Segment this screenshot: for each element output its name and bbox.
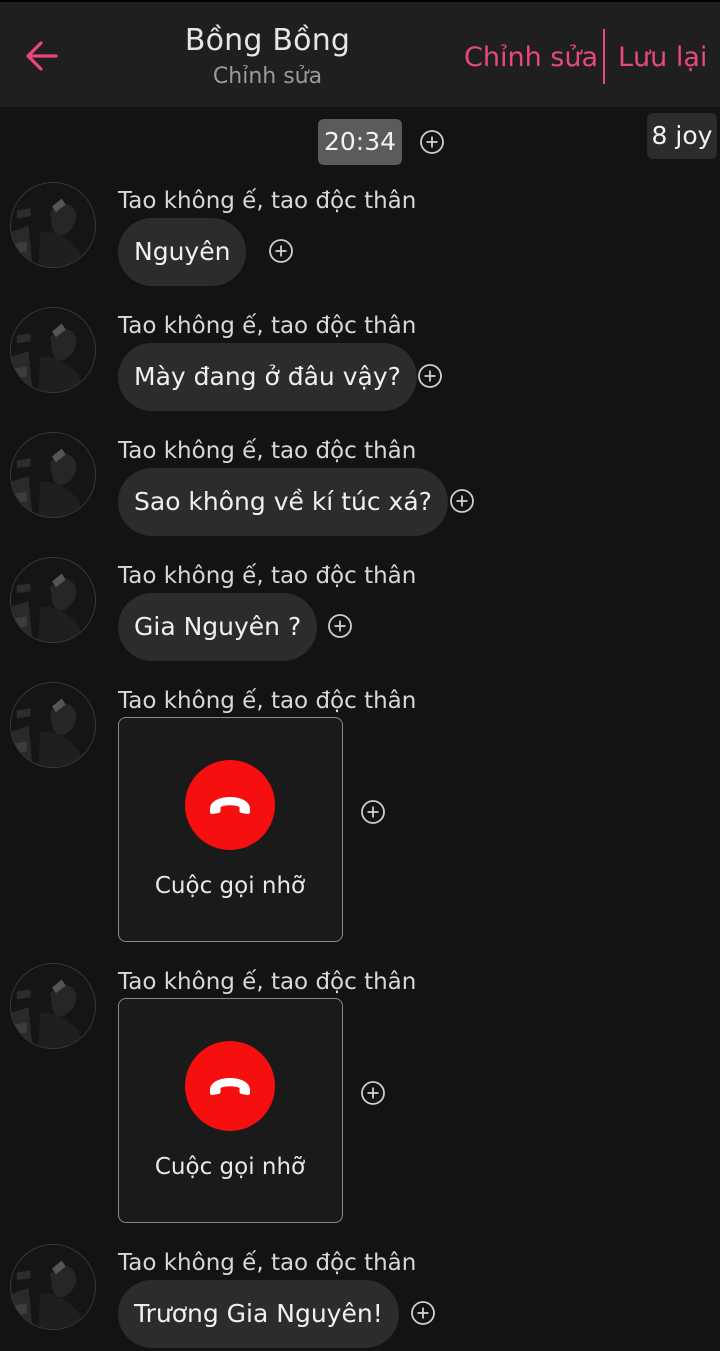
chat-title: Bồng Bồng bbox=[184, 23, 351, 58]
message-bubble[interactable]: Gia Nguyên ? bbox=[118, 593, 318, 661]
sender-name: Tao không ế, tao độc thân bbox=[118, 438, 417, 464]
missed-call-label: Cuộc gọi nhỡ bbox=[154, 1154, 306, 1180]
chat-header: Bồng Bồng Chỉnh sửa Chỉnh sửa Lưu lại bbox=[0, 0, 720, 107]
add-icon[interactable] bbox=[449, 488, 475, 514]
avatar[interactable] bbox=[10, 432, 96, 518]
avatar[interactable] bbox=[10, 1244, 96, 1330]
sender-name: Tao không ế, tao độc thân bbox=[118, 563, 417, 589]
header-divider bbox=[603, 29, 605, 84]
add-icon[interactable] bbox=[268, 238, 294, 264]
avatar[interactable] bbox=[10, 557, 96, 643]
avatar[interactable] bbox=[10, 307, 96, 393]
message-bubble[interactable]: Nguyên bbox=[118, 218, 247, 286]
add-icon[interactable] bbox=[410, 1300, 436, 1326]
save-button[interactable]: Lưu lại bbox=[618, 40, 707, 76]
message-bubble[interactable]: Trương Gia Nguyên! bbox=[118, 1280, 399, 1348]
add-icon[interactable] bbox=[417, 363, 443, 389]
phone-hangup-icon bbox=[206, 1074, 254, 1098]
sender-name: Tao không ế, tao độc thân bbox=[118, 188, 417, 214]
message-bubble[interactable]: Mày đang ở đâu vậy? bbox=[118, 343, 417, 411]
chat-subtitle: Chỉnh sửa bbox=[212, 64, 323, 89]
sender-name: Tao không ế, tao độc thân bbox=[118, 969, 417, 995]
message-bubble[interactable]: Sao không về kí túc xá? bbox=[118, 468, 448, 536]
missed-call-indicator bbox=[185, 760, 275, 850]
add-icon[interactable] bbox=[360, 799, 386, 825]
sender-name: Tao không ế, tao độc thân bbox=[118, 688, 417, 714]
avatar[interactable] bbox=[10, 682, 96, 768]
joy-badge[interactable]: 8 joy bbox=[647, 113, 717, 159]
add-icon[interactable] bbox=[419, 129, 445, 155]
missed-call-indicator bbox=[185, 1041, 275, 1131]
avatar[interactable] bbox=[10, 182, 96, 268]
sender-name: Tao không ế, tao độc thân bbox=[118, 313, 417, 339]
sender-name: Tao không ế, tao độc thân bbox=[118, 1250, 417, 1276]
title-block: Bồng Bồng Chỉnh sửa bbox=[150, 22, 385, 92]
add-icon[interactable] bbox=[327, 613, 353, 639]
arrow-left-icon[interactable] bbox=[22, 36, 62, 76]
avatar[interactable] bbox=[10, 963, 96, 1049]
phone-hangup-icon bbox=[206, 793, 254, 817]
edit-button[interactable]: Chỉnh sửa bbox=[464, 40, 598, 76]
missed-call-label: Cuộc gọi nhỡ bbox=[154, 873, 306, 899]
add-icon[interactable] bbox=[360, 1080, 386, 1106]
missed-call-card[interactable]: Cuộc gọi nhỡ bbox=[118, 717, 343, 942]
time-badge[interactable]: 20:34 bbox=[318, 119, 402, 165]
missed-call-card[interactable]: Cuộc gọi nhỡ bbox=[118, 998, 343, 1223]
